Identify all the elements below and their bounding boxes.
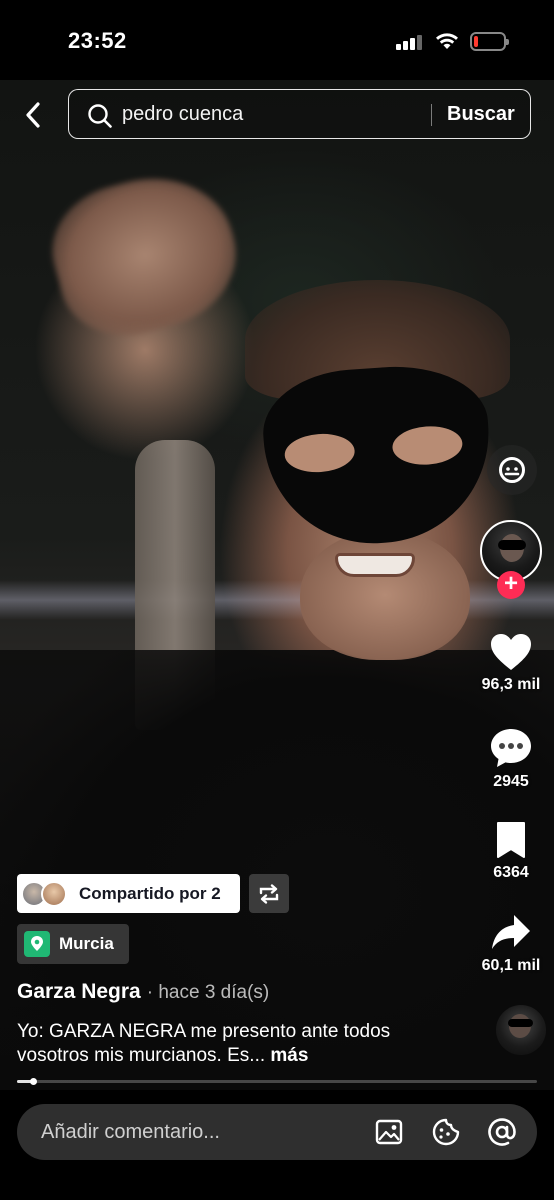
search-submit-button[interactable]: Buscar [447,103,515,126]
video-smile [335,553,415,577]
bookmark-icon [497,822,525,858]
author-line: Garza Negra · hace 3 día(s) [17,980,269,1004]
avatar [41,880,67,907]
search-input[interactable]: pedro cuenca Buscar [68,89,531,139]
at-icon[interactable] [487,1117,517,1147]
signal-icon [396,34,426,50]
repost-button[interactable] [249,874,289,913]
like-count: 96,3 mil [481,676,541,693]
repost-icon [259,883,279,904]
mention-icon [499,457,525,483]
search-query: pedro cuenca [122,103,244,125]
music-disc[interactable] [496,1005,546,1055]
back-button[interactable] [18,98,48,132]
comment-button[interactable]: 2945 [471,727,551,791]
like-button[interactable]: 96,3 mil [471,632,551,694]
shared-by-chip[interactable]: Compartido por 2 [17,874,240,913]
comment-input[interactable]: Añadir comentario... [17,1104,537,1160]
comment-placeholder: Añadir comentario... [41,1121,220,1143]
share-arrow-icon [492,915,530,949]
follow-button[interactable]: + [497,571,525,599]
battery-icon [470,32,509,51]
battery-level [474,36,478,47]
shared-avatars [21,879,79,909]
bookmark-count: 6364 [493,864,529,881]
comment-count: 2945 [493,773,529,790]
search-icon [88,104,112,128]
video-background-light [0,580,554,620]
video-progress-bar[interactable] [17,1078,537,1085]
mask-eye-left [283,431,356,475]
post-time: · hace 3 día(s) [146,982,270,1003]
mention-button[interactable] [487,445,537,495]
caption[interactable]: Yo: GARZA NEGRA me presento ante todos v… [17,1020,437,1068]
video-face [300,530,470,660]
share-count: 60,1 mil [481,957,541,974]
wifi-icon [436,33,458,49]
image-icon[interactable] [374,1117,404,1147]
location-label: Murcia [59,934,114,953]
plus-icon: + [503,570,518,597]
author-name[interactable]: Garza Negra [17,980,141,1004]
bookmark-button[interactable]: 6364 [471,820,551,882]
heart-icon [491,634,531,670]
emoji-icon[interactable] [431,1117,461,1147]
status-bar: 23:52 [0,0,554,80]
location-pin-icon [24,931,50,957]
search-divider [431,104,432,126]
shared-by-label: Compartido por 2 [79,883,221,903]
status-time: 23:52 [68,28,127,53]
share-button[interactable]: 60,1 mil [471,913,551,975]
caption-text: Yo: GARZA NEGRA me presento ante todos v… [17,1021,391,1066]
comment-bubble-icon [491,729,531,767]
video-progress-handle[interactable] [29,1078,37,1085]
back-arrow-icon [26,102,40,128]
caption-more-link[interactable]: más [270,1045,308,1066]
location-chip[interactable]: Murcia [17,924,129,964]
mask-eye-right [391,424,464,467]
